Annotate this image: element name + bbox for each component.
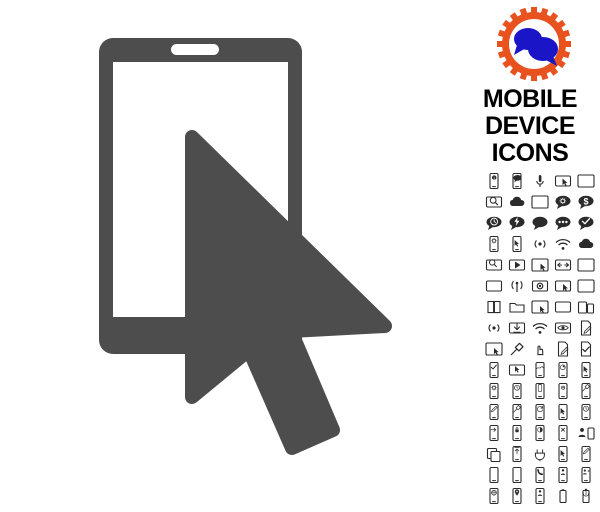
signal-transmit-icon[interactable]: [528, 233, 551, 254]
phone-blank-icon[interactable]: [482, 464, 505, 485]
broadcast-icon[interactable]: [482, 317, 505, 338]
title-line-2: DEVICE: [484, 112, 576, 140]
phone-empty-icon[interactable]: [551, 485, 574, 506]
title-line-1: MOBILE: [482, 85, 578, 113]
phone-pin-icon[interactable]: [505, 485, 528, 506]
phone-blank-alt-icon[interactable]: [505, 464, 528, 485]
phone-timer-icon[interactable]: [551, 359, 574, 380]
tablet-tap-icon[interactable]: [528, 296, 551, 317]
document-pen-alt-icon[interactable]: [551, 338, 574, 359]
chat-check-icon[interactable]: [574, 212, 597, 233]
phone-half-icon[interactable]: [528, 422, 551, 443]
hammer-device-icon[interactable]: [505, 338, 528, 359]
tablet-side-icon[interactable]: [574, 254, 597, 275]
folder-device-icon[interactable]: [505, 296, 528, 317]
two-devices-icon[interactable]: [574, 296, 597, 317]
phone-call-icon[interactable]: [528, 464, 551, 485]
chat-clock-icon[interactable]: [482, 212, 505, 233]
person-phone-icon[interactable]: [574, 422, 597, 443]
phone-arrow-icon[interactable]: [482, 422, 505, 443]
tablet-blank-alt-icon[interactable]: [574, 275, 597, 296]
phone-edit-icon[interactable]: [574, 443, 597, 464]
phone-play-icon[interactable]: [505, 254, 528, 275]
phone-touch-alt-icon[interactable]: [551, 275, 574, 296]
phone-contact-icon[interactable]: [574, 464, 597, 485]
wifi-icon[interactable]: [551, 233, 574, 254]
phone-battery-icon[interactable]: [528, 380, 551, 401]
antenna-signal-icon[interactable]: [505, 275, 528, 296]
phone-camera-icon[interactable]: [528, 275, 551, 296]
phone-tool-icon[interactable]: [574, 380, 597, 401]
phone-search-icon[interactable]: [482, 191, 505, 212]
microphone-icon[interactable]: [528, 170, 551, 191]
page-title: MOBILE DEVICE ICONS: [460, 86, 600, 167]
phone-signature-icon[interactable]: [528, 359, 551, 380]
document-pen-icon[interactable]: [574, 317, 597, 338]
phone-settings-icon[interactable]: [482, 233, 505, 254]
chat-gear-icon[interactable]: [551, 191, 574, 212]
phone-close-icon[interactable]: [551, 422, 574, 443]
device-download-icon[interactable]: [505, 317, 528, 338]
phone-cursor-icon[interactable]: [551, 443, 574, 464]
phone-tool-alt-icon[interactable]: [505, 401, 528, 422]
phone-chat-icon[interactable]: [505, 170, 528, 191]
phone-user-icon[interactable]: [551, 464, 574, 485]
phone-pointer-icon[interactable]: [505, 233, 528, 254]
phone-cursor-icon: [99, 38, 392, 455]
phone-plug-icon[interactable]: [528, 443, 551, 464]
svg-text:i: i: [493, 176, 494, 180]
chat-bolt-icon[interactable]: [505, 212, 528, 233]
phone-anchor-icon[interactable]: [574, 485, 597, 506]
svg-text:$: $: [583, 196, 588, 206]
phone-check-icon[interactable]: [482, 359, 505, 380]
hand-device-icon[interactable]: [528, 338, 551, 359]
book-device-icon[interactable]: [482, 296, 505, 317]
speech-bubbles-badge: [497, 7, 571, 81]
sidebar: MOBILE DEVICE ICONS i $: [460, 0, 600, 512]
phone-pencil-icon[interactable]: [482, 401, 505, 422]
phone-info-icon[interactable]: i: [482, 170, 505, 191]
device-sync-icon[interactable]: [551, 254, 574, 275]
wifi-small-icon[interactable]: [528, 317, 551, 338]
chat-dollar-icon[interactable]: $: [574, 191, 597, 212]
tablet-tap-alt-icon[interactable]: [482, 338, 505, 359]
title-line-3: ICONS: [491, 139, 569, 167]
phone-camera-alt-icon[interactable]: [551, 380, 574, 401]
phone-globe-icon[interactable]: [482, 485, 505, 506]
phone-pointer-alt-icon[interactable]: [574, 359, 597, 380]
cloud-chat-icon[interactable]: [505, 191, 528, 212]
phone-clock-icon[interactable]: [505, 380, 528, 401]
chat-dots-icon[interactable]: [551, 212, 574, 233]
illustration-canvas: MOBILE DEVICE ICONS i $: [0, 0, 600, 512]
phone-lock-icon[interactable]: [505, 422, 528, 443]
icon-thumbnail-grid: i $: [482, 170, 598, 506]
upload-device-icon[interactable]: [505, 443, 528, 464]
phone-hand-alt-icon[interactable]: [551, 401, 574, 422]
chat-filled-icon[interactable]: [528, 212, 551, 233]
tablet-blank-icon[interactable]: [528, 191, 551, 212]
phone-refresh-icon[interactable]: [528, 401, 551, 422]
cloud-sync-icon[interactable]: [574, 233, 597, 254]
phone-hand-icon[interactable]: [505, 359, 528, 380]
copy-device-icon[interactable]: [482, 443, 505, 464]
tablet-pointer-icon[interactable]: [528, 254, 551, 275]
phone-eye-icon[interactable]: [551, 317, 574, 338]
phone-person-icon[interactable]: [528, 485, 551, 506]
tablet-wide-icon[interactable]: [551, 296, 574, 317]
phone-time-icon[interactable]: [574, 401, 597, 422]
phone-speaker-slot: [171, 44, 219, 55]
phone-link-icon[interactable]: [482, 254, 505, 275]
tablet-landscape-icon[interactable]: [482, 275, 505, 296]
phone-touch-icon[interactable]: [551, 170, 574, 191]
checklist-icon[interactable]: [574, 338, 597, 359]
phone-gear-icon[interactable]: [482, 380, 505, 401]
tablet-outline-icon[interactable]: [574, 170, 597, 191]
